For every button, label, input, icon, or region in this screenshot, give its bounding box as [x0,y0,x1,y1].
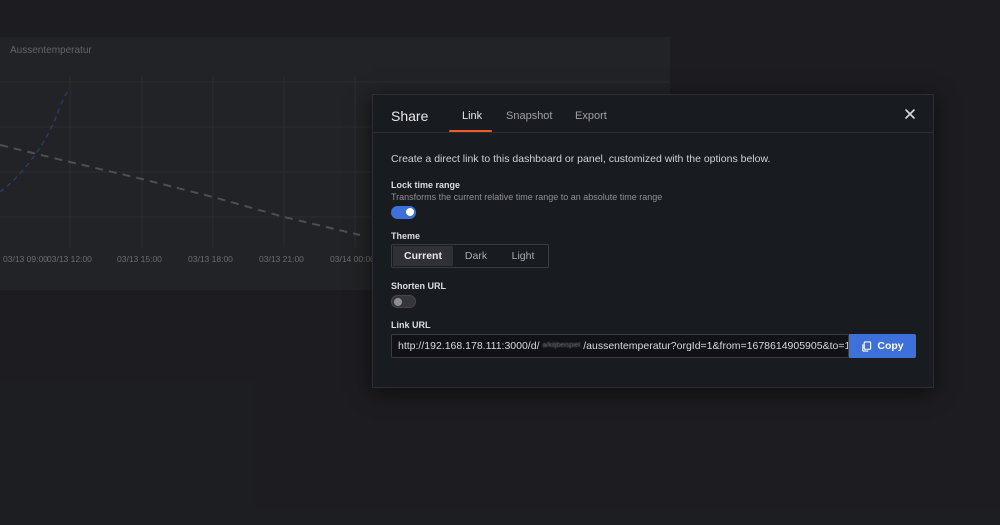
url-redacted-segment: a/kiljbeispiel [542,342,581,349]
toggle-knob [394,297,402,306]
lock-time-range-toggle[interactable] [391,206,416,219]
theme-option-light[interactable]: Light [499,246,547,266]
active-tab-indicator [449,130,492,132]
share-modal: Share Link Snapshot Export Create a dire… [372,94,934,388]
modal-title: Share [391,108,429,124]
url-suffix: /aussentemperatur?orgId=1&from=167861490… [583,340,849,352]
copy-button-label: Copy [877,340,904,352]
tab-export[interactable]: Export [575,110,607,122]
theme-label: Theme [391,231,421,241]
lock-time-range-description: Transforms the current relative time ran… [391,192,663,202]
copy-icon [862,340,872,352]
tab-link[interactable]: Link [462,110,482,122]
theme-radio-group: Current Dark Light [391,244,549,268]
link-url-input[interactable]: http://192.168.178.111:3000/d/a/kiljbeis… [391,334,849,358]
tab-snapshot[interactable]: Snapshot [506,110,552,122]
theme-option-current[interactable]: Current [393,246,453,266]
close-icon [905,109,915,119]
toggle-knob [406,208,414,216]
close-button[interactable] [903,107,917,121]
lock-time-range-label: Lock time range [391,180,461,190]
url-prefix: http://192.168.178.111:3000/d/ [398,340,540,352]
share-description: Create a direct link to this dashboard o… [391,153,771,165]
link-url-label: Link URL [391,320,431,330]
modal-header: Share Link Snapshot Export [373,95,933,133]
shorten-url-toggle[interactable] [391,295,416,308]
shorten-url-label: Shorten URL [391,281,446,291]
theme-option-dark[interactable]: Dark [453,246,499,266]
copy-button[interactable]: Copy [849,334,916,358]
